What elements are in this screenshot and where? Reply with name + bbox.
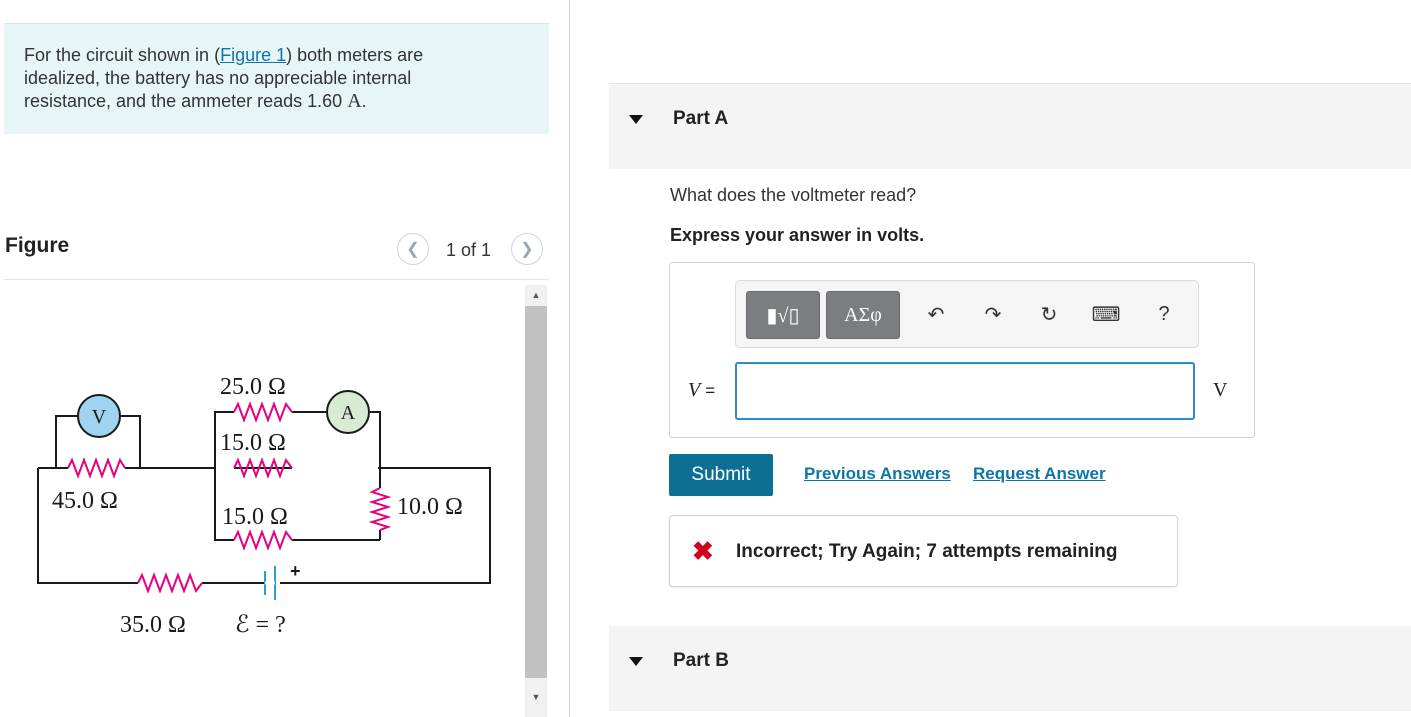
- instruction-text: Express your answer in volts.: [670, 225, 925, 245]
- submit-button[interactable]: Submit: [669, 454, 773, 496]
- next-figure-button[interactable]: ❯: [511, 233, 543, 265]
- problem-text: For the circuit shown in (Figure 1) both…: [24, 45, 424, 112]
- label-emf: ℰ = ?: [235, 612, 286, 638]
- label-10: 10.0 Ω: [397, 494, 463, 520]
- previous-figure-button[interactable]: ❮: [397, 233, 429, 265]
- resistor-45: [67, 457, 126, 479]
- equation-toolbar: ▮√▯ ΑΣφ ↶ ↷ ↻ ⌨ ?: [735, 280, 1199, 348]
- battery-sign: +: [290, 561, 301, 581]
- previous-answers-link[interactable]: Previous Answers: [804, 464, 951, 484]
- label-35: 35.0 Ω: [120, 612, 186, 638]
- resistor-15-lower: [233, 529, 293, 551]
- part-b-title: Part B: [673, 650, 729, 671]
- resistor-10: [368, 487, 392, 531]
- chevron-right-icon: ❯: [520, 241, 534, 258]
- scrollbar-thumb[interactable]: [525, 306, 547, 678]
- part-a-title: Part A: [673, 108, 729, 129]
- resistor-35: [137, 572, 203, 594]
- feedback-message: Incorrect; Try Again; 7 attempts remaini…: [736, 541, 1118, 562]
- label-25: 25.0 Ω: [220, 374, 286, 400]
- label-15-lower: 15.0 Ω: [222, 504, 288, 530]
- answer-input[interactable]: [735, 362, 1195, 420]
- resistor-25: [233, 401, 293, 423]
- request-answer-link[interactable]: Request Answer: [973, 464, 1106, 484]
- redo-icon[interactable]: ↷: [978, 299, 1008, 329]
- scroll-down-arrow[interactable]: ▼: [525, 687, 547, 707]
- caret-down-icon: [629, 115, 643, 124]
- part-b-header[interactable]: Part B: [609, 626, 1411, 711]
- voltmeter-label: V: [92, 406, 107, 428]
- circuit-diagram: V A + 25.0 Ω 15.0 Ω 45.0 Ω 15.0 Ω 10.0 Ω…: [37, 374, 491, 638]
- symbols-button[interactable]: ΑΣφ: [826, 291, 900, 339]
- question-text: What does the voltmeter read?: [670, 185, 917, 205]
- incorrect-icon: ✖: [692, 536, 714, 566]
- keyboard-icon[interactable]: ⌨: [1091, 299, 1121, 329]
- answer-unit: V: [1213, 379, 1228, 401]
- label-15-upper: 15.0 Ω: [220, 430, 286, 456]
- caret-down-icon: [629, 657, 643, 666]
- pager-count: 1 of 1: [446, 240, 492, 260]
- variable-name: V: [688, 379, 701, 401]
- ammeter-unit: A: [347, 90, 362, 112]
- ammeter-label: A: [341, 402, 356, 424]
- pane-divider[interactable]: [569, 0, 570, 717]
- label-45: 45.0 Ω: [52, 488, 118, 514]
- help-button[interactable]: ?: [1149, 299, 1179, 329]
- variable-label: V =: [688, 379, 715, 402]
- feedback-box: ✖ Incorrect; Try Again; 7 attempts remai…: [669, 515, 1178, 587]
- part-a-header[interactable]: Part A: [609, 83, 1411, 169]
- chevron-left-icon: ❮: [406, 241, 420, 258]
- scroll-up-arrow[interactable]: ▲: [525, 285, 547, 305]
- figure-link[interactable]: Figure 1: [220, 45, 286, 65]
- reset-icon[interactable]: ↻: [1034, 299, 1064, 329]
- undo-icon[interactable]: ↶: [921, 299, 951, 329]
- problem-intro: For the circuit shown in (Figure 1) both…: [4, 23, 549, 134]
- battery-icon: [264, 566, 276, 600]
- figure-label: Figure: [5, 234, 70, 257]
- templates-button[interactable]: ▮√▯: [746, 291, 820, 339]
- equals-sign: =: [705, 381, 716, 400]
- figure-divider: [4, 279, 549, 280]
